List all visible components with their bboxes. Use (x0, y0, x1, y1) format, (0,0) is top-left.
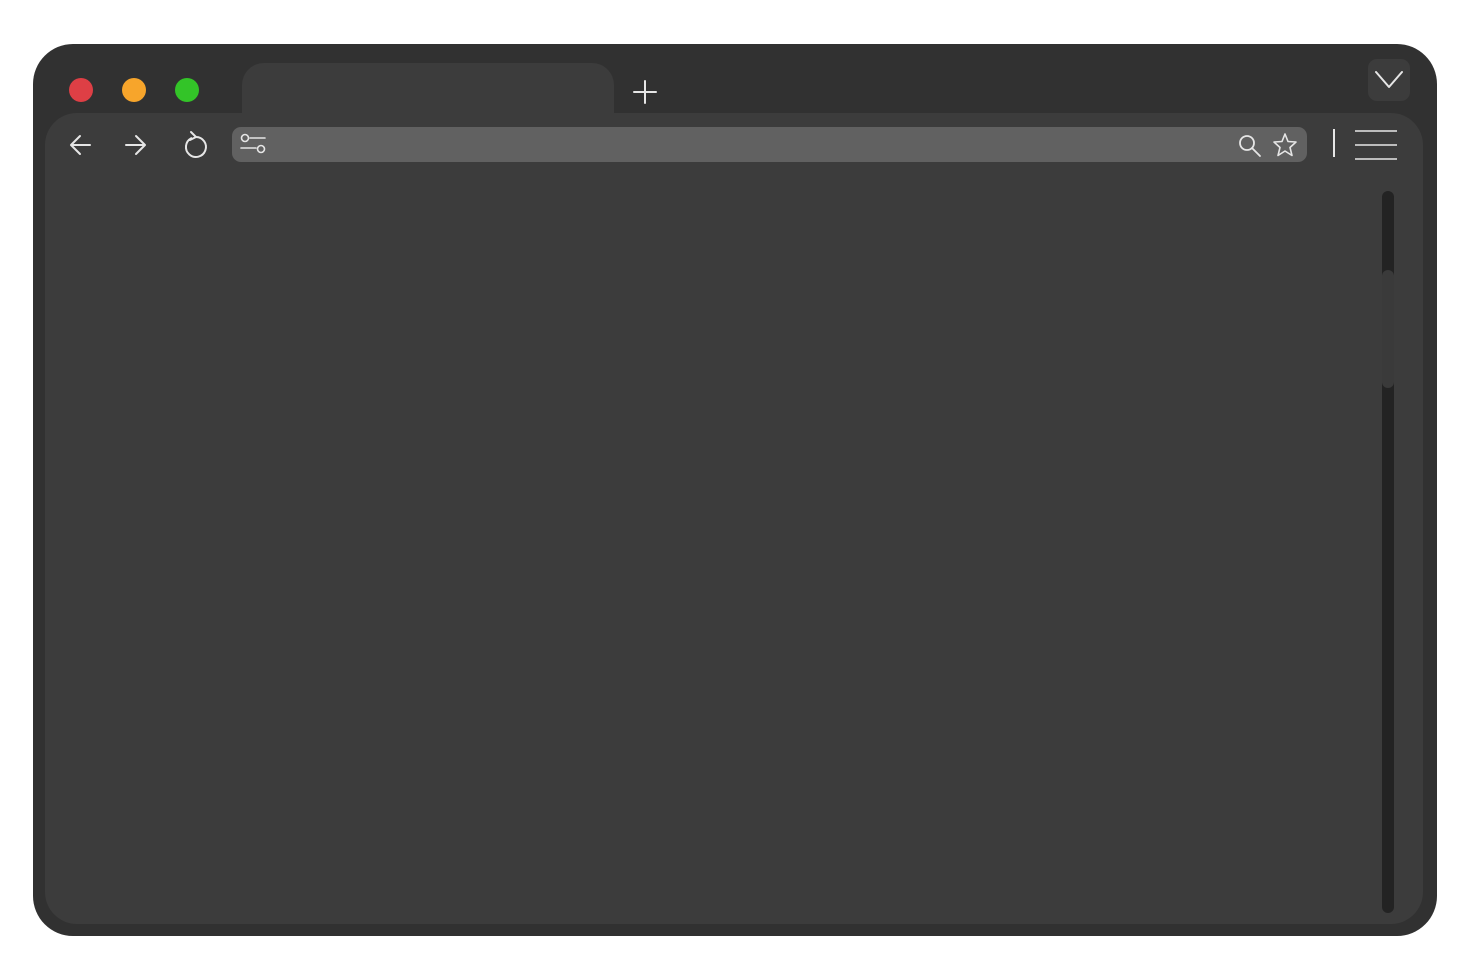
menu-button[interactable] (1353, 125, 1399, 165)
star-icon (1273, 133, 1297, 157)
scrollbar-thumb[interactable] (1382, 270, 1394, 388)
maximize-window-button[interactable] (175, 78, 199, 102)
browser-window (33, 44, 1437, 936)
address-bar[interactable] (232, 127, 1307, 162)
back-button[interactable] (63, 127, 99, 163)
address-input[interactable] (276, 127, 1226, 162)
page-content-area (45, 183, 1375, 913)
hamburger-menu-icon (1355, 130, 1397, 160)
search-button[interactable] (1235, 131, 1265, 161)
site-settings-icon (240, 133, 266, 154)
search-icon (1239, 135, 1261, 157)
forward-button[interactable] (117, 127, 153, 163)
toolbar-divider (1333, 129, 1335, 157)
reload-button[interactable] (177, 128, 213, 164)
tab-list-button[interactable] (1368, 59, 1410, 101)
new-tab-button[interactable] (629, 76, 661, 108)
scrollbar-track[interactable] (1382, 191, 1394, 913)
plus-icon (633, 80, 657, 104)
browser-content (45, 113, 1423, 924)
arrow-right-icon (125, 135, 146, 155)
reload-icon (184, 131, 207, 158)
minimize-window-button[interactable] (122, 78, 146, 102)
site-settings-button[interactable] (238, 130, 268, 160)
chevron-down-icon (1375, 71, 1403, 88)
bookmark-button[interactable] (1270, 130, 1300, 160)
close-window-button[interactable] (69, 78, 93, 102)
arrow-left-icon (70, 135, 91, 155)
